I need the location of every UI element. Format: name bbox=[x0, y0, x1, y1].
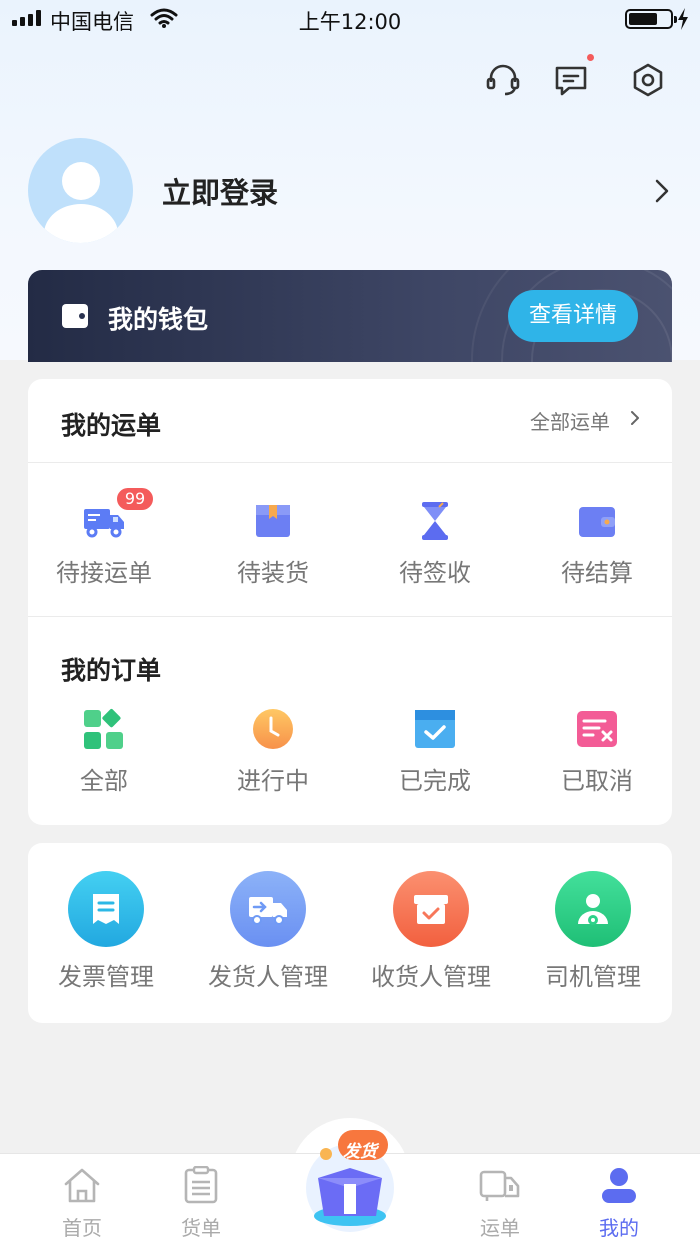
orders-card: 我的运单 全部运单 99 待接运单 待装货 待签收 待结算 我的订单 全部 进行… bbox=[28, 379, 672, 825]
item-label: 待签收 bbox=[399, 559, 471, 587]
message-unread-dot bbox=[587, 54, 594, 61]
charging-icon bbox=[678, 8, 688, 30]
waybill-truck-icon bbox=[479, 1170, 520, 1201]
waybill-item-pending-accept[interactable]: 99 待接运单 bbox=[34, 487, 174, 588]
wallet-icon bbox=[575, 499, 619, 543]
all-waybills-link[interactable]: 全部运单 bbox=[530, 406, 610, 435]
wallet-title: 我的钱包 bbox=[108, 305, 209, 334]
customer-service-icon[interactable] bbox=[485, 62, 521, 98]
grid-icon bbox=[82, 707, 126, 751]
management-card: 发票管理 发货人管理 收货人管理 司机管理 bbox=[28, 843, 672, 1023]
item-label: 收货人管理 bbox=[371, 963, 491, 991]
waybill-item-pending-sign[interactable]: 待签收 bbox=[365, 499, 505, 588]
item-label: 司机管理 bbox=[545, 963, 641, 991]
status-time: 上午12:00 bbox=[298, 10, 402, 34]
status-bar: 中国电信 上午12:00 bbox=[0, 0, 700, 38]
nav-cargo[interactable]: 货单 bbox=[161, 1165, 241, 1241]
divider bbox=[28, 462, 672, 463]
user-icon bbox=[602, 1168, 636, 1203]
waybill-item-pending-load[interactable]: 待装货 bbox=[203, 499, 343, 588]
clock-icon bbox=[251, 707, 295, 751]
driver-icon bbox=[555, 871, 631, 947]
item-label: 待装货 bbox=[237, 559, 309, 587]
wallet-icon bbox=[62, 304, 88, 328]
order-item-cancelled[interactable]: 已取消 bbox=[527, 707, 667, 796]
avatar[interactable] bbox=[28, 138, 133, 243]
receiver-management-item[interactable]: 收货人管理 bbox=[361, 871, 501, 992]
nav-label: 运单 bbox=[480, 1216, 520, 1240]
list-cancel-icon bbox=[575, 707, 619, 751]
item-label: 发票管理 bbox=[58, 963, 154, 991]
waybill-item-pending-settle[interactable]: 待结算 bbox=[527, 499, 667, 588]
ship-label: 发货 bbox=[343, 1142, 377, 1162]
divider bbox=[28, 616, 672, 617]
package-icon bbox=[251, 499, 295, 543]
truck-icon: 99 bbox=[82, 487, 154, 543]
invoice-management-item[interactable]: 发票管理 bbox=[36, 871, 176, 992]
item-label: 全部 bbox=[80, 767, 128, 795]
message-icon[interactable] bbox=[553, 62, 589, 98]
invoice-icon bbox=[68, 871, 144, 947]
pending-count-badge: 99 bbox=[116, 487, 154, 511]
order-item-in-progress[interactable]: 进行中 bbox=[203, 707, 343, 796]
orders-title: 我的订单 bbox=[61, 656, 162, 685]
nav-label: 我的 bbox=[599, 1216, 639, 1240]
item-label: 发货人管理 bbox=[208, 963, 328, 991]
item-label: 进行中 bbox=[237, 767, 309, 795]
nav-label: 首页 bbox=[62, 1216, 102, 1240]
item-label: 待接运单 bbox=[56, 559, 152, 587]
order-item-completed[interactable]: 已完成 bbox=[365, 707, 505, 796]
item-label: 已完成 bbox=[399, 767, 471, 795]
home-icon bbox=[64, 1168, 100, 1203]
login-link[interactable]: 立即登录 bbox=[162, 170, 278, 212]
chevron-right-icon[interactable] bbox=[630, 410, 640, 426]
nav-label: 货单 bbox=[181, 1216, 221, 1240]
hourglass-icon bbox=[413, 499, 457, 543]
wallet-detail-button[interactable]: 查看详情 bbox=[508, 290, 638, 342]
driver-management-item[interactable]: 司机管理 bbox=[523, 871, 663, 992]
clipboard-icon bbox=[184, 1165, 218, 1204]
wallet-banner[interactable]: 我的钱包 查看详情 bbox=[28, 270, 672, 362]
shipper-truck-icon bbox=[230, 871, 306, 947]
nav-home[interactable]: 首页 bbox=[42, 1166, 122, 1241]
settings-icon[interactable] bbox=[630, 62, 666, 98]
battery-icon bbox=[625, 9, 677, 29]
calendar-check-icon bbox=[413, 707, 457, 751]
waybills-title: 我的运单 bbox=[61, 411, 162, 440]
item-label: 已取消 bbox=[561, 767, 633, 795]
nav-waybill[interactable]: 运单 bbox=[460, 1166, 540, 1241]
nav-mine[interactable]: 我的 bbox=[579, 1166, 659, 1241]
ship-button[interactable]: 发货 bbox=[298, 1128, 402, 1232]
chevron-right-icon[interactable] bbox=[655, 179, 669, 203]
receiver-box-icon bbox=[393, 871, 469, 947]
item-label: 待结算 bbox=[561, 559, 633, 587]
shipper-management-item[interactable]: 发货人管理 bbox=[198, 871, 338, 992]
order-item-all[interactable]: 全部 bbox=[34, 707, 174, 796]
